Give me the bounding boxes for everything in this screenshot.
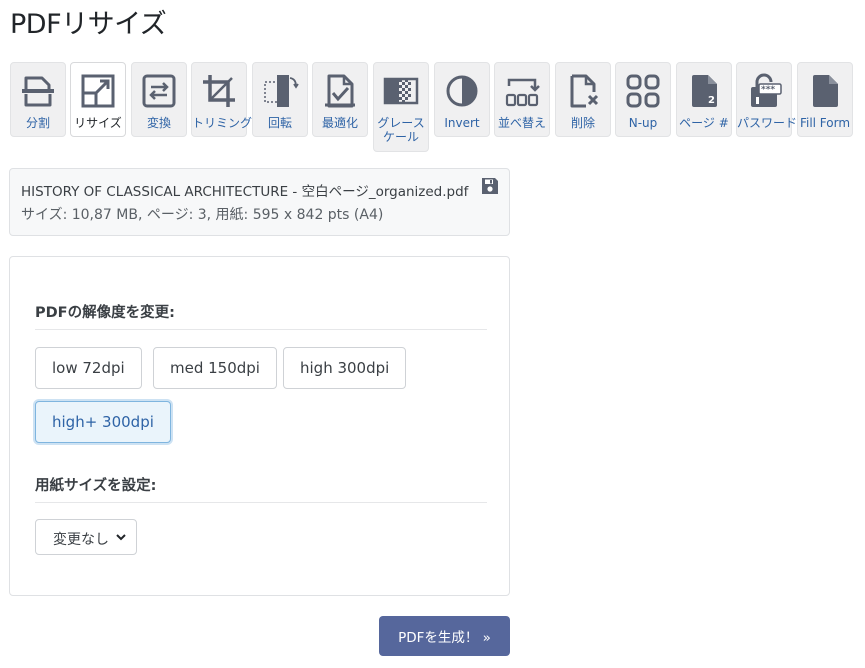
divider xyxy=(35,502,487,503)
n-up-icon xyxy=(626,74,660,108)
svg-text:***: *** xyxy=(761,85,775,95)
invert-icon xyxy=(446,75,478,107)
tool-optimize[interactable]: 最適化 xyxy=(312,62,368,137)
chevron-down-icon xyxy=(116,534,126,541)
tool-n-up[interactable]: N-up xyxy=(615,62,671,137)
resolution-high-plus-button[interactable]: high+ 300dpi xyxy=(35,401,171,443)
tool-label: 並べ替え xyxy=(497,116,546,130)
paper-size-label: 用紙サイズを設定: xyxy=(35,478,157,494)
file-info-panel: HISTORY OF CLASSICAL ARCHITECTURE - 空白ペー… xyxy=(9,168,510,236)
paper-size-value: 変更なし xyxy=(53,532,109,548)
tool-label: リサイズ xyxy=(74,116,122,130)
tool-label: 分割 xyxy=(25,116,50,130)
resolution-high-button[interactable]: high 300dpi xyxy=(283,347,407,389)
page-number-icon: 2 xyxy=(692,75,717,107)
tool-resize[interactable]: リサイズ xyxy=(70,62,126,137)
rotate-icon xyxy=(264,75,299,107)
fill-form-icon xyxy=(813,75,838,107)
tool-password[interactable]: *** パスワード xyxy=(736,62,798,137)
reorder-icon xyxy=(505,78,540,107)
tool-label: 変換 xyxy=(146,116,171,130)
save-icon[interactable] xyxy=(481,177,499,195)
tool-invert[interactable]: Invert xyxy=(434,62,490,137)
tool-label: パスワード xyxy=(737,116,798,130)
tool-page-number[interactable]: 2 ページ # xyxy=(676,62,732,137)
tool-delete[interactable]: 削除 xyxy=(555,62,611,137)
file-meta: サイズ: 10,87 MB, ページ: 3, 用紙: 595 x 842 pts… xyxy=(21,207,384,223)
delete-page-icon xyxy=(570,74,599,108)
convert-icon xyxy=(142,74,176,108)
resolution-low-button[interactable]: low 72dpi xyxy=(35,347,142,389)
tool-label: トリミング xyxy=(192,116,253,130)
optimize-icon xyxy=(325,74,355,108)
tool-label: 削除 xyxy=(570,116,595,130)
svg-text:2: 2 xyxy=(708,95,715,106)
tool-label: 最適化 xyxy=(321,116,358,130)
tool-split[interactable]: 分割 xyxy=(10,62,66,137)
tool-convert[interactable]: 変換 xyxy=(131,62,187,137)
tool-reorder[interactable]: 並べ替え xyxy=(494,62,550,137)
page-title: PDFリサイズ xyxy=(10,9,167,40)
grayscale-icon xyxy=(383,77,419,105)
tool-label: 回転 xyxy=(267,116,292,130)
tool-label: グレースケール xyxy=(377,116,425,144)
tool-fill-form[interactable]: Fill Form xyxy=(797,62,853,137)
tool-rotate[interactable]: 回転 xyxy=(252,62,308,137)
generate-pdf-button[interactable]: PDFを生成！ » xyxy=(379,616,510,656)
tool-label: Invert xyxy=(444,116,480,130)
tool-crop[interactable]: トリミング xyxy=(191,62,253,137)
divider xyxy=(35,329,487,330)
tool-label: Fill Form xyxy=(799,116,851,130)
split-icon xyxy=(22,76,54,107)
tool-grayscale[interactable]: グレースケール xyxy=(373,62,429,152)
file-name: HISTORY OF CLASSICAL ARCHITECTURE - 空白ペー… xyxy=(21,184,469,200)
crop-icon xyxy=(203,75,235,107)
tool-label: ページ # xyxy=(679,116,729,130)
resolution-label: PDFの解像度を変更: xyxy=(35,305,175,321)
resize-icon xyxy=(81,74,115,108)
resize-options-card: PDFの解像度を変更: low 72dpi med 150dpi high 30… xyxy=(9,256,510,596)
tool-label: N-up xyxy=(628,116,658,130)
paper-size-select[interactable]: 変更なし xyxy=(35,519,137,555)
password-icon: *** xyxy=(751,73,782,107)
resolution-med-button[interactable]: med 150dpi xyxy=(153,347,277,389)
